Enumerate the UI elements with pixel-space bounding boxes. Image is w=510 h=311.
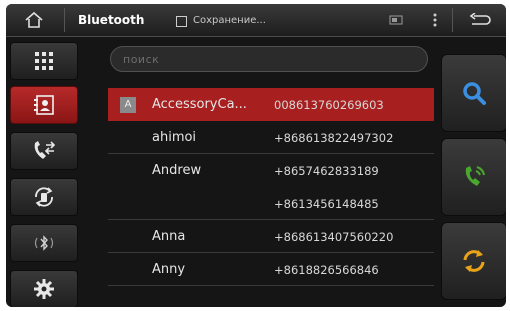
list-item[interactable]: +8613456148485: [108, 187, 434, 220]
search-input[interactable]: [110, 46, 428, 72]
contact-number: +8686134075602​20: [274, 230, 394, 244]
call-button[interactable]: [441, 138, 506, 216]
status-bar: Bluetooth Сохранение...: [6, 4, 506, 37]
sidebar-item-bluetooth-audio[interactable]: [10, 224, 78, 262]
sidebar-item-settings[interactable]: [10, 270, 78, 307]
sidebar: [10, 40, 78, 307]
search-icon: [463, 82, 486, 105]
keypad-icon: [35, 52, 53, 70]
menu-button[interactable]: [428, 4, 442, 36]
refresh-button[interactable]: [441, 222, 506, 300]
contact-number: +8618826566846: [274, 263, 379, 277]
contact-name: ahimoi: [152, 130, 197, 145]
back-icon: [469, 13, 491, 25]
contact-number: 008613760269603: [274, 98, 384, 112]
sync-phone-icon: [35, 187, 53, 207]
index-letter: A: [120, 97, 136, 113]
contact-number: +8613456148485: [274, 197, 379, 211]
bluetooth-audio-icon: [34, 235, 54, 251]
bluetooth-screen: Bluetooth Сохранение... поиск A Accessor…: [6, 4, 506, 307]
notification: Сохранение...: [176, 4, 266, 36]
sidebar-item-call-log[interactable]: [10, 132, 78, 170]
app-title: Bluetooth: [78, 13, 145, 27]
list-item[interactable]: Anny +8618826566846: [108, 253, 434, 286]
contact-number: +8657462833189: [274, 164, 379, 178]
home-button[interactable]: [14, 4, 54, 36]
divider: [452, 8, 453, 32]
action-bar: [441, 54, 506, 302]
list-item[interactable]: Anna +8686134075602​20: [108, 220, 434, 253]
row-divider: [108, 285, 434, 286]
contact-name: Anny: [152, 262, 186, 277]
sd-card-icon: [389, 4, 403, 36]
sidebar-item-contacts[interactable]: [10, 86, 78, 124]
contact-name: AccessoryCa...: [152, 97, 247, 112]
contact-name: Andrew: [152, 163, 202, 178]
contacts-icon: [34, 95, 54, 115]
settings-icon: [34, 279, 54, 299]
list-item[interactable]: Andrew +8657462833189: [108, 154, 434, 187]
save-icon: [176, 15, 187, 27]
notification-text: Сохранение...: [193, 14, 266, 26]
menu-dots-icon: [433, 13, 437, 27]
back-button[interactable]: [468, 4, 492, 36]
call-log-icon: [34, 141, 56, 159]
sidebar-item-keypad[interactable]: [10, 42, 78, 80]
call-icon: [465, 166, 485, 186]
contact-name: Anna: [152, 229, 186, 244]
search-button[interactable]: [441, 54, 506, 132]
refresh-icon: [463, 250, 485, 272]
sidebar-item-sync-phone[interactable]: [10, 178, 78, 216]
list-item[interactable]: A AccessoryCa... 008613760269603: [108, 88, 434, 121]
home-icon: [25, 11, 43, 28]
contact-number: +868613822497302: [274, 131, 394, 145]
list-item[interactable]: ahimoi +868613822497302: [108, 121, 434, 154]
contact-list: A AccessoryCa... 008613760269603 ahimoi …: [108, 88, 434, 286]
divider: [64, 8, 65, 32]
